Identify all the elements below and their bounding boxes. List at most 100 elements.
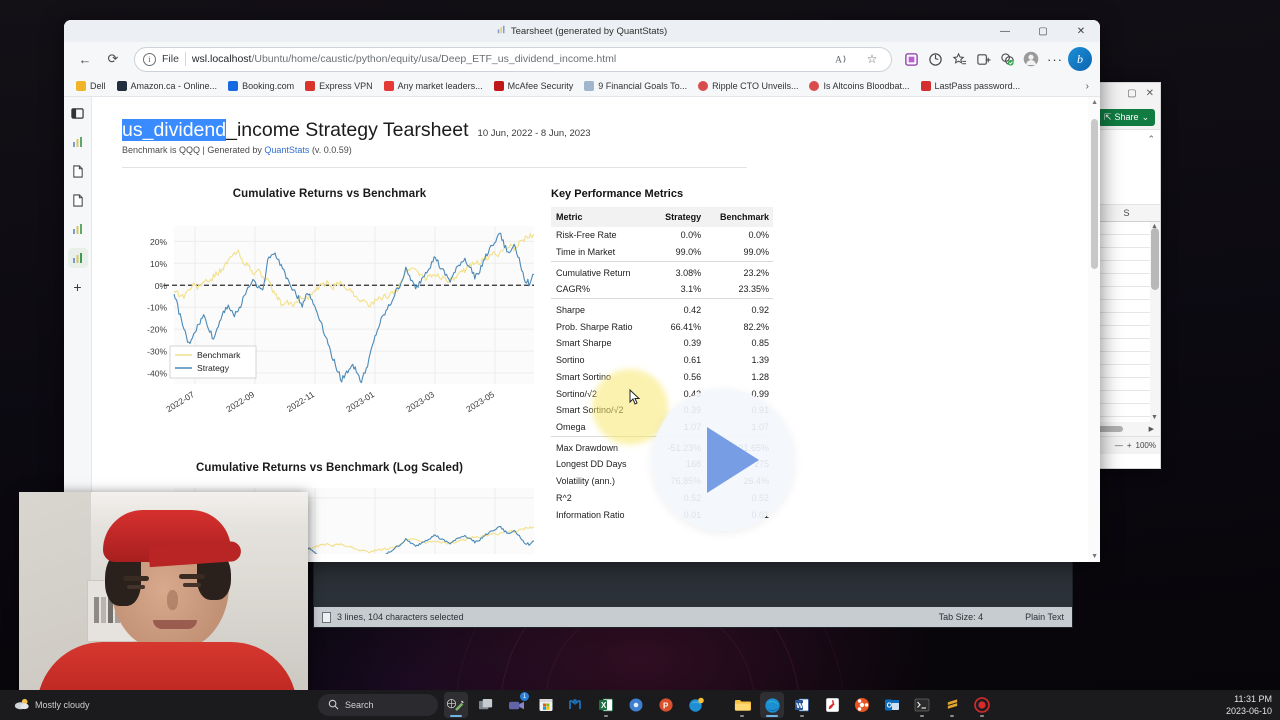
- recorder-icon[interactable]: [970, 692, 994, 718]
- taskbar-search-box[interactable]: Search: [318, 694, 438, 716]
- word-icon[interactable]: W: [790, 692, 814, 718]
- clock-time: 11:31 PM: [1234, 694, 1272, 704]
- editor-status-bar: 3 lines, 104 characters selected Tab Siz…: [314, 607, 1072, 627]
- teams-badge: 1: [520, 692, 529, 701]
- bookmark-item[interactable]: Ripple CTO Unveils...: [694, 79, 802, 93]
- read-aloud-icon[interactable]: A: [831, 48, 853, 70]
- split-screen-icon[interactable]: [972, 48, 994, 70]
- taskbar-clock[interactable]: 11:31 PM 2023-06-10: [1226, 690, 1272, 720]
- zoom-in-button[interactable]: +: [1127, 441, 1132, 450]
- chart-icon[interactable]: [68, 132, 88, 152]
- metric-strategy-value: 66.41%: [670, 321, 702, 332]
- excel-close-button[interactable]: ✕: [1146, 89, 1154, 99]
- powerbi-icon[interactable]: [624, 692, 648, 718]
- page-scrollbar[interactable]: ▲ ▼: [1088, 97, 1100, 562]
- extensions-icon[interactable]: [996, 48, 1018, 70]
- page-scroll-down-icon[interactable]: ▼: [1091, 553, 1098, 560]
- screen: ▢ ✕ ⇱ Share ⌄ ⌃ S ▲ ▼ ▶ — + 100% 3 lines…: [0, 0, 1280, 720]
- metric-name: Risk-Free Rate: [556, 230, 617, 241]
- sublime-icon[interactable]: [940, 692, 964, 718]
- formula-expand-icon[interactable]: ⌃: [1147, 134, 1155, 145]
- bookmark-item[interactable]: Express VPN: [301, 79, 377, 93]
- site-info-icon[interactable]: i: [143, 52, 156, 66]
- tab-manager-icon[interactable]: [68, 103, 88, 123]
- col-strategy: Strategy: [652, 207, 706, 227]
- excel-grid[interactable]: ▲ ▼: [1093, 222, 1160, 422]
- excel-formula-bar[interactable]: ⌃: [1093, 129, 1160, 205]
- chart-icon[interactable]: [68, 219, 88, 239]
- bookmark-item[interactable]: McAfee Security: [490, 79, 578, 93]
- terminal-icon[interactable]: [910, 692, 934, 718]
- favorites-icon[interactable]: [948, 48, 970, 70]
- document-icon[interactable]: [68, 190, 88, 210]
- edge-dev-icon[interactable]: [684, 692, 708, 718]
- task-view-icon[interactable]: [474, 692, 498, 718]
- bookmark-item[interactable]: Amazon.ca - Online...: [113, 79, 222, 93]
- profile-icon[interactable]: [1020, 48, 1042, 70]
- ubuntu-icon[interactable]: [850, 692, 874, 718]
- url-host: wsl.localhost: [191, 53, 252, 65]
- document-icon[interactable]: [68, 161, 88, 181]
- bookmark-label: 9 Financial Goals To...: [598, 81, 688, 91]
- taskbar-weather-widget[interactable]: Mostly cloudy: [6, 690, 98, 720]
- bookmark-item[interactable]: LastPass password...: [917, 79, 1025, 93]
- table-row: CAGR% 3.1% 23.35%: [551, 281, 773, 298]
- chart-icon-active[interactable]: [67, 248, 88, 268]
- new-tab-icon[interactable]: +: [68, 277, 88, 297]
- edge-icon[interactable]: [760, 692, 784, 718]
- favorite-star-icon[interactable]: ☆: [861, 48, 883, 70]
- acrobat-icon[interactable]: [820, 692, 844, 718]
- browser-window[interactable]: Tearsheet (generated by QuantStats) — ▢ …: [64, 20, 1100, 562]
- file-explorer-icon[interactable]: [730, 692, 754, 718]
- reload-button[interactable]: ⟳: [100, 46, 126, 72]
- excel-icon[interactable]: X: [594, 692, 618, 718]
- teams-icon[interactable]: 1: [504, 692, 529, 718]
- microsoft-store-icon[interactable]: [534, 692, 558, 718]
- page-scroll-thumb[interactable]: [1091, 119, 1098, 269]
- bookmark-item[interactable]: Booking.com: [224, 79, 298, 93]
- excel-vertical-thumb[interactable]: [1151, 228, 1159, 290]
- metric-strategy-value: 0.0%: [680, 230, 702, 241]
- svg-text:2023-05: 2023-05: [464, 389, 496, 414]
- taskbar-apps: Search 1 X P W O: [318, 690, 994, 720]
- metric-name: Smart Sharpe: [556, 338, 612, 349]
- tab-size-label[interactable]: Tab Size: 4: [939, 612, 984, 622]
- share-button[interactable]: ⇱ Share ⌄: [1098, 108, 1156, 126]
- chart-title-cumulative: Cumulative Returns vs Benchmark: [232, 188, 427, 200]
- excel-ribbon-row: ⇱ Share ⌄: [1093, 105, 1160, 129]
- quantstats-link[interactable]: QuantStats: [264, 145, 309, 155]
- metric-benchmark-value: 23.35%: [738, 284, 769, 295]
- excel-horizontal-scrollbar[interactable]: ▶: [1093, 422, 1160, 436]
- metric-strategy-value: 99.0%: [675, 247, 702, 258]
- bookmark-item[interactable]: 9 Financial Goals To...: [580, 79, 691, 93]
- bookmark-item[interactable]: Dell: [72, 79, 110, 93]
- bookmark-item[interactable]: Is Altcoins Bloodbat...: [805, 79, 913, 93]
- browser-essentials-icon[interactable]: [924, 48, 946, 70]
- widgets-icon[interactable]: [444, 692, 468, 718]
- bookmarks-overflow-chevron-icon[interactable]: ›: [1083, 81, 1092, 92]
- scroll-right-icon[interactable]: ▶: [1149, 425, 1154, 433]
- outlook-icon[interactable]: O: [880, 692, 904, 718]
- share-caret-icon: ⌄: [1141, 111, 1150, 122]
- settings-more-icon[interactable]: ···: [1044, 48, 1066, 70]
- zoom-out-button[interactable]: —: [1115, 441, 1123, 450]
- zoom-level-label[interactable]: 100%: [1136, 441, 1156, 450]
- video-play-button[interactable]: [652, 389, 794, 531]
- scroll-down-icon[interactable]: ▼: [1151, 414, 1158, 421]
- excel-window[interactable]: ▢ ✕ ⇱ Share ⌄ ⌃ S ▲ ▼ ▶ — + 100%: [1093, 82, 1161, 469]
- collections-icon[interactable]: [900, 48, 922, 70]
- page-scroll-up-icon[interactable]: ▲: [1091, 99, 1098, 106]
- mail-icon[interactable]: [564, 692, 588, 718]
- address-bar[interactable]: i File wsl.localhost/Ubuntu/home/caustic…: [134, 46, 892, 72]
- language-mode-label[interactable]: Plain Text: [1025, 612, 1064, 622]
- page-title-highlight: us_dividend: [122, 119, 227, 141]
- bookmark-item[interactable]: Any market leaders...: [380, 79, 487, 93]
- date-range-label: 10 Jun, 2022 - 8 Jun, 2023: [477, 128, 591, 139]
- excel-column-header[interactable]: S: [1093, 205, 1160, 222]
- back-button[interactable]: ←: [72, 46, 98, 72]
- svg-text:X: X: [601, 701, 607, 710]
- powerpoint-icon[interactable]: P: [654, 692, 678, 718]
- excel-maximize-button[interactable]: ▢: [1127, 89, 1136, 99]
- copilot-icon[interactable]: b: [1068, 47, 1092, 71]
- excel-vertical-scrollbar[interactable]: ▲ ▼: [1150, 222, 1160, 422]
